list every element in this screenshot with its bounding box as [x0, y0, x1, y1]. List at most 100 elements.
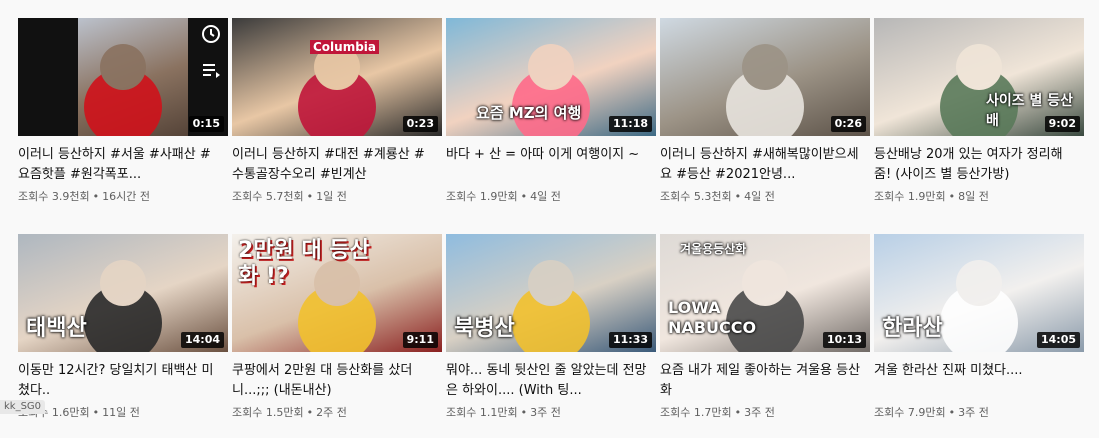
video-title[interactable]: 겨울 한라산 진짜 미쳤다.... — [874, 361, 1084, 401]
video-metadata: 조회수 1.6만회 • 11일 전 — [18, 405, 228, 421]
video-card[interactable]: 2만원 대 등산화 !? 9:11 쿠팡에서 2만원 대 등산화를 샀더니...;;… — [232, 234, 442, 438]
video-metadata: 조회수 5.3천회 • 4일 전 — [660, 189, 870, 205]
upload-age: 4일 전 — [744, 190, 775, 203]
thumbnail-subject — [100, 259, 146, 306]
separator-dot: • — [92, 190, 100, 203]
hover-actions — [200, 24, 222, 82]
separator-dot: • — [520, 190, 528, 203]
video-thumbnail[interactable]: 겨울용등산화 LOWA NABUCCO 10:13 — [660, 234, 870, 352]
thumbnail-caption: Columbia — [310, 40, 380, 54]
video-duration: 9:02 — [1044, 116, 1080, 132]
thumbnail-subject — [956, 43, 1002, 90]
video-metadata: 조회수 3.9천회 • 16시간 전 — [18, 189, 228, 205]
separator-dot: • — [306, 190, 314, 203]
video-card[interactable]: 0:15 이러니 등산하지 #서울 #사패산 #요즘핫플 #원각폭포... 조회수 … — [18, 18, 228, 222]
upload-age: 3주 전 — [958, 406, 989, 419]
view-count: 조회수 1.5만회 — [232, 406, 304, 419]
upload-age: 2주 전 — [316, 406, 347, 419]
video-card[interactable]: 0:26 이러니 등산하지 #새해복많이받으세요 #등산 #2021안녕... 조회… — [660, 18, 870, 222]
thumbnail-caption-top: 겨울용등산화 — [680, 242, 747, 256]
view-count: 조회수 1.9만회 — [874, 190, 946, 203]
video-card[interactable]: 사이즈 별 등산배 9:02 등산배낭 20개 있는 여자가 정리해줌! (사이즈 … — [874, 18, 1084, 222]
video-title[interactable]: 이동만 12시간? 당일치기 태백산 미쳤다.. — [18, 361, 228, 401]
video-duration: 0:26 — [830, 116, 866, 132]
video-metadata: 조회수 1.9만회 • 4일 전 — [446, 189, 656, 205]
video-metadata: 조회수 1.9만회 • 8일 전 — [874, 189, 1084, 205]
video-thumbnail[interactable]: 요즘 MZ의 여행 11:18 — [446, 18, 656, 136]
video-thumbnail[interactable]: 북병산 11:33 — [446, 234, 656, 352]
view-count: 조회수 1.1만회 — [446, 406, 518, 419]
video-duration: 9:11 — [402, 332, 438, 348]
thumbnail-caption: 한라산 — [882, 316, 943, 341]
video-title[interactable]: 쿠팡에서 2만원 대 등산화를 샀더니...;;; (내돈내산) — [232, 361, 442, 401]
video-card[interactable]: Columbia 0:23 이러니 등산하지 #대전 #계룡산 #수통골장수오리 #… — [232, 18, 442, 222]
view-count: 조회수 5.3천회 — [660, 190, 732, 203]
video-metadata: 조회수 1.5만회 • 2주 전 — [232, 405, 442, 421]
status-bar-text: kk_SG0 — [0, 400, 46, 414]
video-duration: 11:18 — [608, 116, 652, 132]
video-title[interactable]: 이러니 등산하지 #새해복많이받으세요 #등산 #2021안녕... — [660, 145, 870, 185]
video-card[interactable]: 겨울용등산화 LOWA NABUCCO 10:13 요즘 내가 제일 좋아하는 겨울용… — [660, 234, 870, 438]
video-thumbnail[interactable]: Columbia 0:23 — [232, 18, 442, 136]
video-card[interactable]: 한라산 14:05 겨울 한라산 진짜 미쳤다.... 조회수 7.9만회 • 3주 전 — [874, 234, 1084, 438]
view-count: 조회수 5.7천회 — [232, 190, 304, 203]
video-duration: 11:33 — [608, 332, 652, 348]
separator-dot: • — [734, 406, 742, 419]
separator-dot: • — [306, 406, 314, 419]
view-count: 조회수 1.9만회 — [446, 190, 518, 203]
thumbnail-subject — [528, 259, 574, 306]
upload-age: 4일 전 — [530, 190, 561, 203]
separator-dot: • — [92, 406, 100, 419]
video-grid: 0:15 이러니 등산하지 #서울 #사패산 #요즘핫플 #원각폭포... 조회수 … — [18, 18, 1084, 438]
video-title[interactable]: 등산배낭 20개 있는 여자가 정리해줌! (사이즈 별 등산가방) — [874, 145, 1084, 185]
thumbnail-caption: 2만원 대 등산화 !? — [238, 238, 370, 289]
separator-dot: • — [948, 406, 956, 419]
thumbnail-caption: 태백산 — [26, 316, 87, 341]
thumbnail-subject — [528, 43, 574, 90]
view-count: 조회수 1.7만회 — [660, 406, 732, 419]
upload-age: 1일 전 — [316, 190, 347, 203]
view-count: 조회수 7.9만회 — [874, 406, 946, 419]
video-card[interactable]: 태백산 14:04 이동만 12시간? 당일치기 태백산 미쳤다.. 조회수 1.6만… — [18, 234, 228, 438]
separator-dot: • — [948, 190, 956, 203]
video-duration: 14:05 — [1036, 332, 1080, 348]
upload-age: 11일 전 — [102, 406, 140, 419]
video-title[interactable]: 바다 + 산 = 아따 이게 여행이지 ~ — [446, 145, 656, 185]
video-thumbnail[interactable]: 한라산 14:05 — [874, 234, 1084, 352]
separator-dot: • — [734, 190, 742, 203]
video-title[interactable]: 요즘 내가 제일 좋아하는 겨울용 등산화 — [660, 361, 870, 401]
thumbnail-caption: 북병산 — [454, 316, 515, 341]
video-thumbnail[interactable]: 태백산 14:04 — [18, 234, 228, 352]
video-thumbnail[interactable]: 2만원 대 등산화 !? 9:11 — [232, 234, 442, 352]
thumbnail-subject — [956, 259, 1002, 306]
video-title[interactable]: 이러니 등산하지 #서울 #사패산 #요즘핫플 #원각폭포... — [18, 145, 228, 185]
video-thumbnail[interactable]: 0:26 — [660, 18, 870, 136]
video-metadata: 조회수 1.1만회 • 3주 전 — [446, 405, 656, 421]
video-title[interactable]: 뭐야... 동네 뒷산인 줄 알았는데 전망은 하와이.... (With 팅.… — [446, 361, 656, 401]
video-duration: 14:04 — [180, 332, 224, 348]
upload-age: 3주 전 — [744, 406, 775, 419]
upload-age: 3주 전 — [530, 406, 561, 419]
thumbnail-subject — [742, 43, 788, 90]
upload-age: 16시간 전 — [102, 190, 150, 203]
video-thumbnail[interactable]: 0:15 — [18, 18, 228, 136]
video-card[interactable]: 북병산 11:33 뭐야... 동네 뒷산인 줄 알았는데 전망은 하와이.... … — [446, 234, 656, 438]
thumbnail-caption: LOWA NABUCCO — [668, 298, 757, 337]
video-thumbnail[interactable]: 사이즈 별 등산배 9:02 — [874, 18, 1084, 136]
thumbnail-caption: 요즘 MZ의 여행 — [476, 104, 582, 122]
video-title[interactable]: 이러니 등산하지 #대전 #계룡산 #수통골장수오리 #빈계산 — [232, 145, 442, 185]
video-metadata: 조회수 1.7만회 • 3주 전 — [660, 405, 870, 421]
video-duration: 0:23 — [402, 116, 438, 132]
clock-icon[interactable] — [201, 24, 221, 48]
thumbnail-letterbox — [18, 18, 78, 136]
thumbnail-subject — [100, 43, 146, 90]
video-metadata: 조회수 5.7천회 • 1일 전 — [232, 189, 442, 205]
video-card[interactable]: 요즘 MZ의 여행 11:18 바다 + 산 = 아따 이게 여행이지 ~ 조회수 1… — [446, 18, 656, 222]
video-duration: 10:13 — [822, 332, 866, 348]
view-count: 조회수 3.9천회 — [18, 190, 90, 203]
video-duration: 0:15 — [188, 116, 224, 132]
video-metadata: 조회수 7.9만회 • 3주 전 — [874, 405, 1084, 421]
separator-dot: • — [520, 406, 528, 419]
upload-age: 8일 전 — [958, 190, 989, 203]
queue-icon[interactable] — [201, 62, 221, 82]
